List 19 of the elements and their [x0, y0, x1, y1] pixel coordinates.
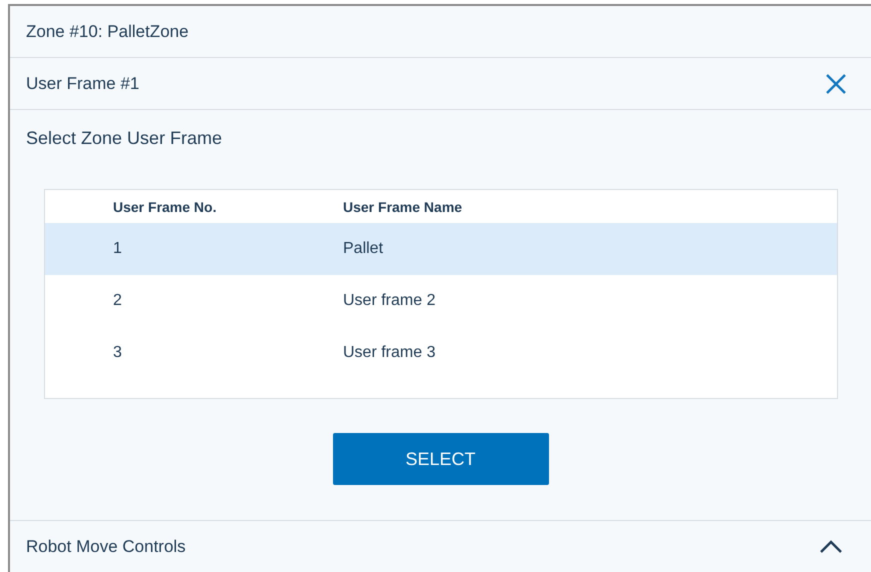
zone-title: Zone #10: PalletZone	[26, 22, 189, 42]
table-row[interactable]: 3 User frame 3	[45, 327, 837, 379]
table-cell-text: User frame 3	[343, 344, 436, 362]
panel-title: Robot Move Controls	[26, 536, 186, 556]
prompt-text: Select Zone User Frame	[25, 127, 224, 149]
column-header: User Frame No.	[113, 198, 218, 214]
column-header: User Frame Name	[343, 198, 464, 214]
table-cell-text: Pallet	[343, 240, 384, 258]
section-title: User Frame #1	[26, 74, 140, 94]
footer-panel-bar[interactable]: Robot Move Controls	[10, 520, 871, 572]
close-icon[interactable]	[825, 72, 847, 94]
chevron-icon[interactable]	[819, 540, 843, 554]
table-cell-text: 1	[113, 240, 123, 258]
table-row[interactable]: 2 User frame 2	[45, 275, 837, 327]
table-row[interactable]: 1 Pallet	[45, 223, 837, 275]
table-cell-text: 3	[113, 344, 123, 362]
table-cell-text: User frame 2	[343, 292, 436, 310]
table-cell-text: 2	[113, 292, 123, 310]
select-button[interactable]: SELECT	[332, 433, 548, 485]
